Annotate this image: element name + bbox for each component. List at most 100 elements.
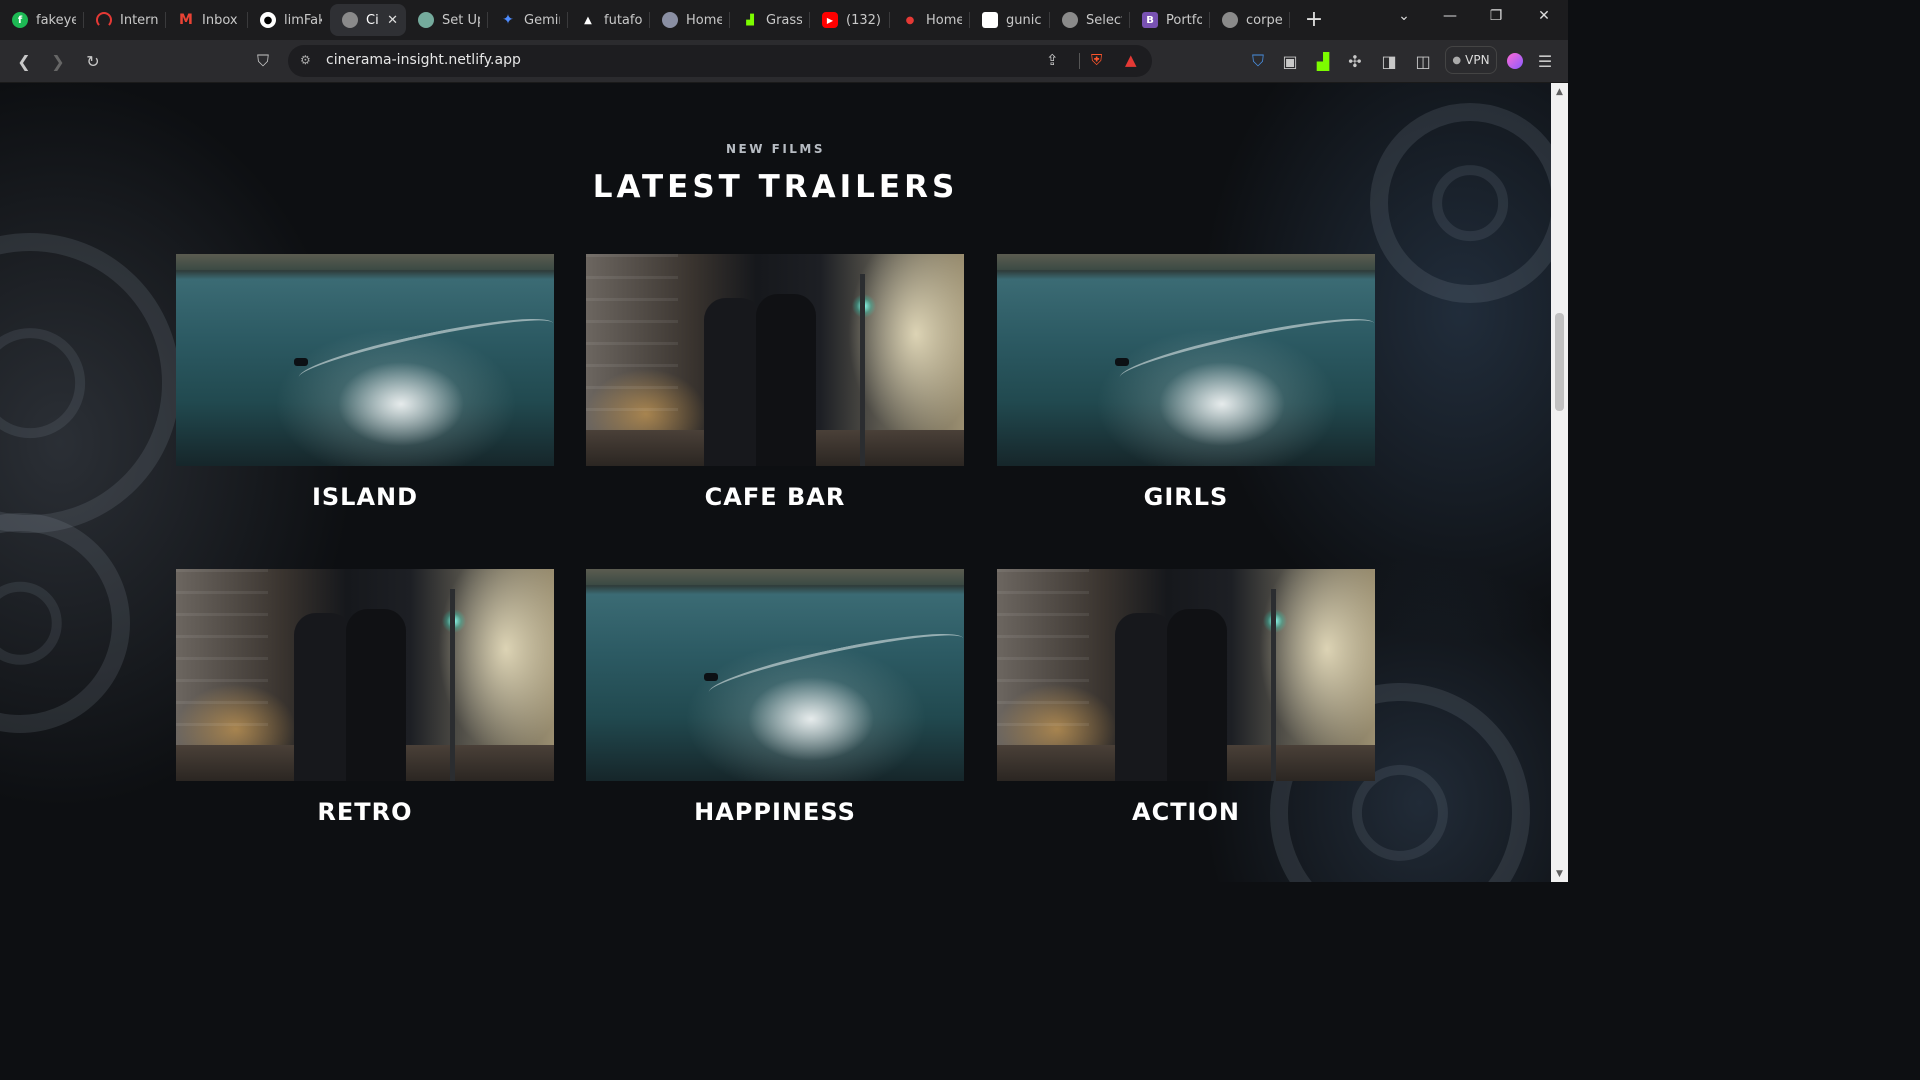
tab-title: Grass — [766, 12, 802, 28]
trailer-thumbnail[interactable] — [997, 569, 1375, 781]
browser-tab[interactable]: Select — [1050, 4, 1130, 36]
forward-arrow-icon[interactable]: ❯ — [46, 49, 70, 73]
browser-tab-active[interactable]: Ci ✕ — [330, 4, 406, 36]
tab-strip: f fakeye Intern M Inbox ● limFak Ci ✕ Se… — [0, 0, 1568, 40]
trailer-title[interactable]: ISLAND — [176, 483, 554, 511]
triangle-icon: ▲ — [584, 14, 592, 26]
address-bar[interactable]: ⚙ cinerama-insight.netlify.app ⇪ ⛨ ▲ — [288, 45, 1152, 77]
trailer-card[interactable]: RETRO — [176, 569, 554, 826]
globe-icon — [1062, 12, 1078, 28]
tab-title: Intern — [120, 12, 158, 28]
close-window-icon[interactable]: ✕ — [1521, 0, 1567, 32]
browser-tab[interactable]: ▶ (132) — [810, 4, 890, 36]
trailer-title[interactable]: ACTION — [997, 798, 1375, 826]
extensions-puzzle-icon[interactable]: ✣ — [1343, 49, 1367, 73]
tab-title: Home — [686, 12, 722, 28]
trailer-title[interactable]: HAPPINESS — [586, 798, 964, 826]
wallet-icon[interactable]: ◫ — [1411, 49, 1435, 73]
vpn-label: VPN — [1465, 53, 1490, 67]
tab-title: Ci — [366, 12, 379, 28]
browser-tab[interactable]: gunico — [970, 4, 1050, 36]
tab-title: (132) — [846, 12, 881, 28]
browser-tab[interactable]: Home — [650, 4, 730, 36]
scroll-down-arrow-icon[interactable]: ▼ — [1551, 865, 1568, 882]
github-icon: ● — [260, 12, 276, 28]
gmail-icon: M — [179, 12, 193, 28]
section-heading: LATEST TRAILERS — [592, 169, 959, 205]
trailer-thumbnail[interactable] — [586, 569, 964, 781]
browser-tab[interactable]: Set Up — [406, 4, 488, 36]
sidebar-toggle-icon[interactable]: ◨ — [1377, 49, 1401, 73]
bookmark-icon[interactable]: ⛉ — [251, 49, 275, 73]
trailer-title[interactable]: CAFE BAR — [586, 483, 964, 511]
browser-tab[interactable]: ▟ Grass — [730, 4, 810, 36]
back-arrow-icon[interactable]: ❮ — [12, 49, 36, 73]
screenshot-extension-icon[interactable]: ▣ — [1278, 49, 1302, 73]
avatar-icon — [662, 12, 678, 28]
trailers-section: NEW FILMS LATEST TRAILERS ISLAND CAFE BA… — [0, 83, 1551, 882]
tab-title: Select — [1086, 12, 1122, 28]
tab-title: Gemin — [524, 12, 560, 28]
url-text[interactable]: cinerama-insight.netlify.app — [326, 52, 521, 68]
browser-tab[interactable]: ▲ futafo — [568, 4, 650, 36]
scrollbar-thumb[interactable] — [1555, 313, 1564, 411]
trailer-card[interactable]: HAPPINESS — [586, 569, 964, 826]
browser-tab[interactable]: ● Home — [890, 4, 970, 36]
tab-title: Home — [926, 12, 962, 28]
trailer-card[interactable]: ISLAND — [176, 254, 554, 511]
tab-title: Inbox — [202, 12, 238, 28]
vpn-button[interactable]: ● VPN — [1445, 46, 1497, 74]
tab-title: fakeye — [36, 12, 76, 28]
browser-tab[interactable]: corpe — [1210, 4, 1290, 36]
trailer-thumbnail[interactable] — [586, 254, 964, 466]
tab-title: corpe — [1246, 12, 1282, 28]
trailer-card[interactable]: ACTION — [997, 569, 1375, 826]
green-f-icon: f — [12, 12, 28, 28]
brave-rewards-icon[interactable]: ▲ — [1125, 51, 1137, 69]
browser-tab[interactable]: ● limFak — [248, 4, 330, 36]
browser-tab[interactable]: Intern — [84, 4, 166, 36]
browser-tab[interactable]: M Inbox — [166, 4, 248, 36]
tab-title: limFak — [284, 12, 322, 28]
section-eyebrow: NEW FILMS — [725, 142, 826, 156]
globe-icon — [1222, 12, 1238, 28]
grass-icon: ▟ — [746, 14, 754, 26]
trailer-card[interactable]: GIRLS — [997, 254, 1375, 511]
share-icon[interactable]: ⇪ — [1046, 51, 1059, 69]
film-reel-decoration — [0, 513, 130, 733]
site-settings-icon[interactable]: ⚙ — [300, 53, 316, 69]
scroll-up-arrow-icon[interactable]: ▲ — [1551, 83, 1568, 100]
profile-avatar-icon[interactable] — [1503, 49, 1527, 73]
trailer-thumbnail[interactable] — [176, 569, 554, 781]
browser-tab[interactable]: B Portfo — [1130, 4, 1210, 36]
trailer-thumbnail[interactable] — [997, 254, 1375, 466]
trailer-title[interactable]: RETRO — [176, 798, 554, 826]
trailer-title[interactable]: GIRLS — [997, 483, 1375, 511]
globe-icon — [342, 12, 358, 28]
openai-icon — [418, 12, 434, 28]
browser-tab[interactable]: f fakeye — [0, 4, 84, 36]
tab-title: gunico — [1006, 12, 1042, 28]
vpn-status-icon: ● — [1452, 54, 1462, 66]
minimize-window-icon[interactable]: — — [1427, 0, 1473, 32]
red-figure-icon: ● — [905, 14, 915, 26]
tab-search-chevron-icon[interactable]: ⌄ — [1381, 0, 1427, 32]
page-scrollbar[interactable]: ▲ ▼ — [1551, 83, 1568, 882]
menu-hamburger-icon[interactable]: ☰ — [1533, 49, 1557, 73]
red-arc-icon — [96, 12, 112, 28]
restore-window-icon[interactable]: ❐ — [1473, 0, 1519, 32]
brave-shields-icon[interactable]: ⛨ — [1091, 51, 1102, 69]
trailer-card[interactable]: CAFE BAR — [586, 254, 964, 511]
trailer-thumbnail[interactable] — [176, 254, 554, 466]
bitwarden-shield-icon[interactable]: ⛉ — [1246, 49, 1270, 73]
tab-title: Set Up — [442, 12, 480, 28]
youtube-icon: ▶ — [822, 12, 838, 28]
reload-icon[interactable]: ↻ — [81, 49, 105, 73]
new-tab-button[interactable]: + — [1296, 9, 1332, 31]
gemini-icon: ✦ — [502, 12, 514, 28]
tab-title: Portfo — [1166, 12, 1202, 28]
browser-toolbar: ❮ ❯ ↻ ⛉ ⚙ cinerama-insight.netlify.app ⇪… — [0, 40, 1568, 83]
browser-tab[interactable]: ✦ Gemin — [488, 4, 568, 36]
grass-extension-icon[interactable]: ▟ — [1311, 49, 1335, 73]
close-tab-icon[interactable]: ✕ — [387, 13, 398, 28]
